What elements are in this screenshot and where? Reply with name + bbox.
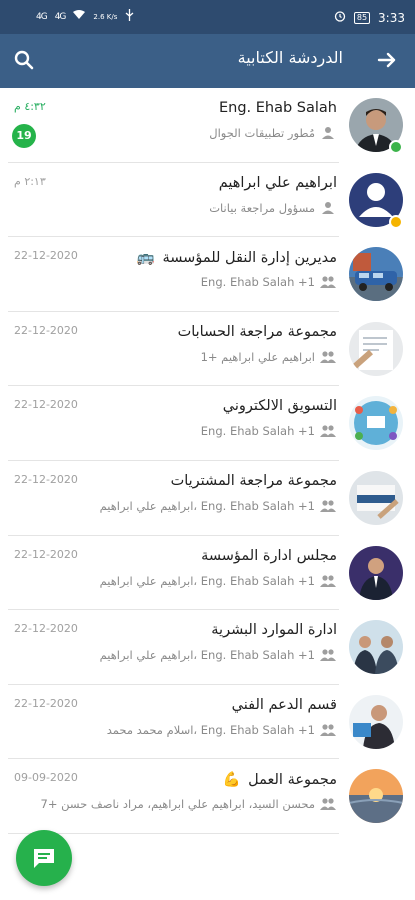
chat-time: 22-12-2020 bbox=[14, 472, 78, 486]
chat-row-accounts-review[interactable]: مجموعة مراجعة الحسابات ابراهيم علي ابراه… bbox=[0, 312, 415, 387]
page-title: الدردشة الكتابية bbox=[237, 48, 343, 67]
avatar bbox=[349, 694, 403, 749]
chat-title: مجلس ادارة المؤسسة bbox=[201, 547, 337, 564]
chat-subtitle: Eng. Ehab Salah +1 bbox=[200, 275, 315, 290]
chat-row-transport[interactable]: مديرين إدارة النقل للمؤسسة 🚌 Eng. Ehab S… bbox=[0, 237, 415, 312]
chat-row-hr[interactable]: ادارة الموارد البشرية Eng. Ehab Salah +1… bbox=[0, 610, 415, 685]
group-icon bbox=[320, 798, 336, 811]
avatar bbox=[349, 545, 403, 600]
chat-subtitle-row: Eng. Ehab Salah +1 ،ابراهيم علي ابراهيم bbox=[100, 648, 337, 662]
chat-time: ٤:٣٢ م bbox=[14, 100, 46, 113]
group-icon bbox=[320, 500, 336, 512]
chat-time: 22-12-2020 bbox=[14, 398, 78, 412]
muscle-emoji: 💪 bbox=[222, 772, 241, 789]
alarm-icon bbox=[334, 10, 346, 25]
chat-subtitle: ابراهيم علي ابراهيم +1 bbox=[200, 349, 315, 364]
chat-subtitle: محسن السيد، ابراهيم علي ابراهيم، مراد نا… bbox=[40, 797, 315, 812]
chat-row-e-marketing[interactable]: التسويق الالكتروني Eng. Ehab Salah +1 22… bbox=[0, 386, 415, 461]
chat-title: مجموعة مراجعة المشتريات bbox=[170, 472, 337, 489]
group-icon bbox=[320, 724, 336, 736]
signal-indicator-2: 4G bbox=[54, 11, 67, 22]
group-icon bbox=[320, 425, 336, 438]
avatar bbox=[349, 620, 403, 675]
chat-subtitle: Eng. Ehab Salah +1 ،ابراهيم علي ابراهيم bbox=[99, 498, 315, 513]
status-bar: 4G 4G 2.6 K/s 85 3:33 bbox=[0, 0, 415, 34]
avatar bbox=[349, 321, 403, 376]
chat-title: مجموعة مراجعة الحسابات bbox=[177, 323, 337, 340]
arrow-right-icon[interactable] bbox=[375, 48, 399, 72]
chat-row-purchases-review[interactable]: مجموعة مراجعة المشتريات Eng. Ehab Salah … bbox=[0, 461, 415, 536]
chat-subtitle: Eng. Ehab Salah +1 ،ابراهيم علي ابراهيم bbox=[99, 648, 315, 663]
chat-title: مديرين إدارة النقل للمؤسسة 🚌 bbox=[137, 249, 337, 266]
chat-title: ابراهيم علي ابراهيم bbox=[218, 174, 337, 191]
away-status-dot bbox=[389, 214, 403, 229]
chat-subtitle-row: محسن السيد، ابراهيم علي ابراهيم، مراد نا… bbox=[40, 797, 337, 811]
chat-subtitle-row: Eng. Ehab Salah +1 ،ابراهيم علي ابراهيم bbox=[100, 499, 337, 513]
avatar bbox=[349, 769, 403, 824]
avatar bbox=[349, 247, 403, 302]
unread-badge: 19 bbox=[12, 124, 36, 148]
chat-time: 22-12-2020 bbox=[14, 249, 78, 263]
wifi-icon bbox=[73, 10, 86, 23]
group-icon bbox=[320, 276, 336, 289]
chat-title: التسويق الالكتروني bbox=[222, 398, 337, 415]
online-status-dot bbox=[389, 140, 403, 154]
chat-subtitle-row: Eng. Ehab Salah +1 ،اسلام محمد محمد bbox=[107, 723, 337, 737]
avatar bbox=[349, 470, 403, 525]
chat-subtitle-row: ابراهيم علي ابراهيم +1 bbox=[201, 350, 337, 364]
chat-title-text: مجموعة العمل bbox=[248, 772, 337, 789]
bus-emoji: 🚌 bbox=[136, 250, 155, 267]
battery-indicator: 85 bbox=[353, 11, 371, 24]
chat-subtitle-row: Eng. Ehab Salah +1 bbox=[201, 275, 337, 289]
user-icon bbox=[322, 127, 334, 139]
chat-subtitle: Eng. Ehab Salah +1 ،اسلام محمد محمد bbox=[106, 722, 315, 737]
chat-subtitle: Eng. Ehab Salah +1 bbox=[200, 424, 315, 439]
signal-indicator-1: 4G bbox=[36, 11, 48, 22]
new-chat-button[interactable] bbox=[16, 830, 72, 886]
group-icon bbox=[320, 351, 336, 363]
chat-time: 22-12-2020 bbox=[14, 323, 78, 337]
chat-row-board[interactable]: مجلس ادارة المؤسسة Eng. Ehab Salah +1 ،ا… bbox=[0, 536, 415, 611]
chat-subtitle: Eng. Ehab Salah +1 ،ابراهيم علي ابراهيم bbox=[99, 573, 315, 588]
chat-time: ٢:١٣ م bbox=[14, 174, 46, 188]
chat-list: Eng. Ehab Salah مُطور تطبيقات الجوال ٤:٣… bbox=[0, 88, 415, 834]
group-icon bbox=[320, 649, 336, 662]
chat-title: Eng. Ehab Salah bbox=[218, 100, 337, 116]
chat-title-text: مديرين إدارة النقل للمؤسسة bbox=[162, 250, 337, 267]
chat-title: قسم الدعم الفني bbox=[231, 696, 337, 713]
chat-time: 22-12-2020 bbox=[14, 547, 78, 561]
chat-time: 22-12-2020 bbox=[14, 622, 78, 636]
chat-subtitle: مسؤول مراجعة بيانات bbox=[209, 200, 315, 215]
avatar bbox=[349, 396, 403, 451]
chat-title: ادارة الموارد البشرية bbox=[211, 622, 337, 639]
network-speed: 2.6 K/s bbox=[93, 12, 118, 21]
chat-row-work-group[interactable]: مجموعة العمل 💪 محسن السيد، ابراهيم علي ا… bbox=[0, 759, 415, 834]
search-icon[interactable] bbox=[12, 48, 36, 72]
chat-row-ehab-salah[interactable]: Eng. Ehab Salah مُطور تطبيقات الجوال ٤:٣… bbox=[0, 88, 415, 163]
group-icon bbox=[320, 574, 336, 587]
chat-subtitle-row: مُطور تطبيقات الجوال bbox=[209, 126, 337, 140]
chat-time: 22-12-2020 bbox=[14, 696, 78, 710]
chat-row-tech-support[interactable]: قسم الدعم الفني Eng. Ehab Salah +1 ،اسلا… bbox=[0, 685, 415, 760]
chat-subtitle-row: مسؤول مراجعة بيانات bbox=[209, 201, 337, 215]
chat-subtitle-row: Eng. Ehab Salah +1 bbox=[201, 424, 337, 438]
chat-subtitle: مُطور تطبيقات الجوال bbox=[209, 126, 315, 140]
chat-title: مجموعة العمل 💪 bbox=[222, 771, 337, 788]
chat-time: 09-09-2020 bbox=[14, 771, 78, 785]
user-icon bbox=[322, 201, 334, 214]
usb-icon bbox=[125, 9, 134, 24]
chat-subtitle-row: Eng. Ehab Salah +1 ،ابراهيم علي ابراهيم bbox=[100, 574, 337, 588]
app-bar: الدردشة الكتابية bbox=[0, 34, 415, 88]
chat-bubble-icon bbox=[34, 849, 54, 868]
chat-row-ibrahim[interactable]: ابراهيم علي ابراهيم مسؤول مراجعة بيانات … bbox=[0, 163, 415, 238]
clock: 3:33 bbox=[378, 10, 405, 25]
